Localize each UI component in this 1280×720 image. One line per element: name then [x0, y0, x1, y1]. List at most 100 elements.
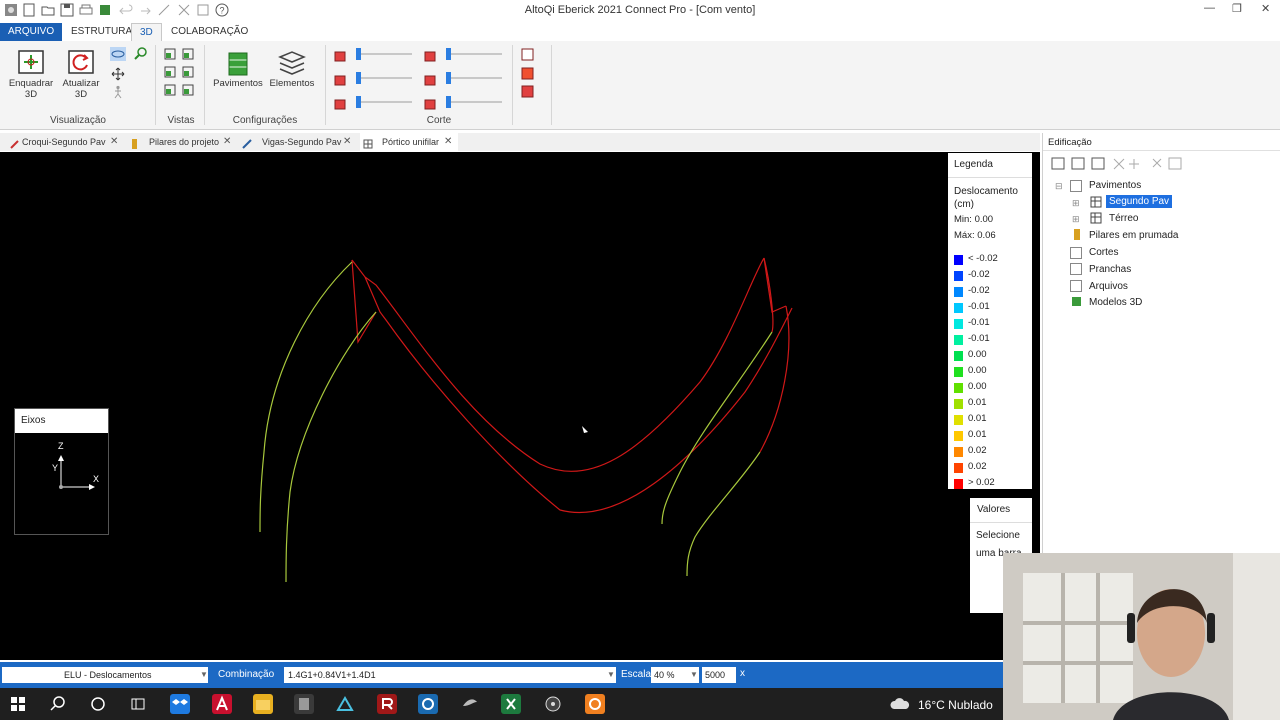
tab-estrutura[interactable]: ESTRUTURA: [63, 23, 140, 41]
viewport-3d[interactable]: [0, 152, 1040, 660]
corte-slider-x2[interactable]: [446, 53, 502, 55]
pan-icon[interactable]: [111, 67, 125, 81]
axis-x-label: X: [93, 474, 100, 484]
doc-tab-pilares[interactable]: Pilares do projeto ✕: [128, 133, 238, 151]
tab-colaboracao[interactable]: COLABORAÇÃO: [163, 23, 256, 41]
restore-icon[interactable]: ❐: [1232, 2, 1242, 15]
webcam-overlay: [1003, 553, 1280, 720]
corte-slider-y[interactable]: [356, 77, 412, 79]
tree-item-pavimentos[interactable]: Pavimentos: [1089, 180, 1141, 191]
corte-slider-z[interactable]: [356, 101, 412, 103]
corte-slider-z2[interactable]: [446, 101, 502, 103]
folder-icon: [1070, 280, 1082, 292]
valores-title: Valores: [977, 504, 1011, 515]
model-3d-icon: [1071, 296, 1082, 307]
edificacao-panel: Edificação ⊟ Pavimentos ⊞ Segundo Pav ⊞ …: [1042, 133, 1280, 553]
doc-tab-vigas[interactable]: Vigas-Segundo Pav ✕: [242, 133, 356, 151]
valores-hint-1: Selecione: [976, 530, 1020, 541]
pavimentos-button[interactable]: [226, 49, 250, 77]
close-tab-icon[interactable]: ✕: [223, 133, 231, 151]
file-explorer-icon[interactable]: [253, 694, 273, 714]
expand-toggle-icon[interactable]: ⊞: [1072, 198, 1080, 209]
doc-tab-portico[interactable]: Pórtico unifilar ✕: [360, 133, 458, 151]
excel-icon[interactable]: [501, 694, 521, 714]
group-corte-label: Corte: [426, 115, 452, 126]
axes-panel: Eixos Z Y X: [14, 408, 109, 535]
tab-arquivo[interactable]: ARQUIVO: [0, 23, 63, 41]
deformed-frame-drawing: [259, 257, 793, 583]
enquadrar-sub-label: 3D: [24, 89, 38, 100]
ribbon: Enquadrar 3D Atualizar 3D Pavimentos Ele…: [0, 41, 1280, 130]
eberick-icon[interactable]: [294, 694, 314, 714]
legend-swatch: [954, 287, 963, 297]
tree-item-pilares-prumada[interactable]: Pilares em prumada: [1089, 230, 1178, 241]
qibuilder-icon[interactable]: [418, 694, 438, 714]
combinacao-select[interactable]: 1.4G1+0.84V1+1.4D1 ▼: [284, 667, 616, 683]
atualizar-label: Atualizar: [62, 78, 100, 89]
corte-slider-x[interactable]: [356, 53, 412, 55]
tree-item-terreo[interactable]: Térreo: [1109, 213, 1138, 224]
close-tab-icon[interactable]: ✕: [110, 133, 118, 151]
corte-cube-icons-left: [333, 49, 349, 111]
corte-slider-y-thumb[interactable]: [356, 72, 361, 84]
corte-slider-x-thumb[interactable]: [356, 48, 361, 60]
corte-toggle-icons[interactable]: [520, 47, 536, 103]
corte-slider-y2-thumb[interactable]: [446, 72, 451, 84]
legend-unit: (cm): [954, 199, 974, 210]
load-case-value: ELU - Deslocamentos: [64, 670, 152, 680]
escala-x-label: x: [740, 668, 745, 679]
eberick-connect-icon[interactable]: [585, 694, 605, 714]
search-icon[interactable]: [48, 694, 68, 714]
walk-icon[interactable]: [111, 85, 125, 99]
tree-item-pranchas[interactable]: Pranchas: [1089, 264, 1131, 275]
obs-icon[interactable]: [543, 694, 563, 714]
escala-factor-input[interactable]: 5000: [702, 667, 736, 683]
app-bird-icon[interactable]: [460, 694, 480, 714]
autocad-icon[interactable]: [212, 694, 232, 714]
elementos-button[interactable]: [277, 49, 307, 77]
revit-icon[interactable]: [377, 694, 397, 714]
tree-item-segundo-pav[interactable]: Segundo Pav: [1106, 195, 1173, 208]
tab-3d[interactable]: 3D: [131, 23, 162, 42]
minimize-icon[interactable]: —: [1204, 2, 1215, 14]
legend-swatch: [954, 431, 963, 441]
legend-swatch: [954, 383, 963, 393]
pencil-icon: [242, 137, 252, 149]
dropdown-arrow-icon: ▼: [690, 670, 698, 679]
task-view-icon[interactable]: [128, 694, 148, 714]
corte-slider-y2[interactable]: [446, 77, 502, 79]
croqui-icon: [10, 137, 19, 149]
axes-header: Eixos: [15, 409, 108, 433]
doc-tab-croqui[interactable]: Croqui-Segundo Pav ✕: [4, 133, 124, 151]
group-configuracoes-label: Configurações: [232, 115, 298, 126]
load-case-select[interactable]: ELU - Deslocamentos ▼: [2, 667, 208, 683]
close-icon[interactable]: ✕: [1261, 2, 1270, 15]
cortana-icon[interactable]: [88, 694, 108, 714]
tree-item-modelos-3d[interactable]: Modelos 3D: [1089, 297, 1142, 308]
corte-slider-z2-thumb[interactable]: [446, 96, 451, 108]
escala-label: Escala: [621, 669, 652, 680]
combinacao-label: Combinação: [218, 669, 275, 680]
windows-start-icon[interactable]: [8, 694, 28, 714]
tree-item-cortes[interactable]: Cortes: [1089, 247, 1118, 258]
enquadrar-3d-button[interactable]: [17, 49, 45, 75]
expand-toggle-icon[interactable]: ⊞: [1072, 214, 1080, 225]
escala-value: 40 %: [654, 670, 675, 680]
axis-z-label: Z: [58, 441, 64, 451]
orbit-tool-icon[interactable]: [110, 47, 126, 61]
close-tab-icon[interactable]: ✕: [444, 133, 452, 151]
collapse-toggle-icon[interactable]: ⊟: [1055, 181, 1063, 192]
legend-swatch: [954, 335, 963, 345]
dropbox-icon[interactable]: [170, 694, 190, 714]
close-tab-icon[interactable]: ✕: [343, 133, 351, 151]
atualizar-3d-button[interactable]: [67, 49, 95, 75]
legend-quantity: Deslocamento: [954, 186, 1018, 197]
edificacao-title: Edificação: [1048, 137, 1092, 148]
elementos-label: Elementos: [269, 78, 315, 89]
zoom-icon[interactable]: [134, 47, 148, 61]
tree-item-arquivos[interactable]: Arquivos: [1089, 281, 1128, 292]
escala-select[interactable]: 40 % ▼: [651, 667, 699, 683]
corte-slider-z-thumb[interactable]: [356, 96, 361, 108]
corte-slider-x2-thumb[interactable]: [446, 48, 451, 60]
altoqi-icon[interactable]: [335, 694, 355, 714]
